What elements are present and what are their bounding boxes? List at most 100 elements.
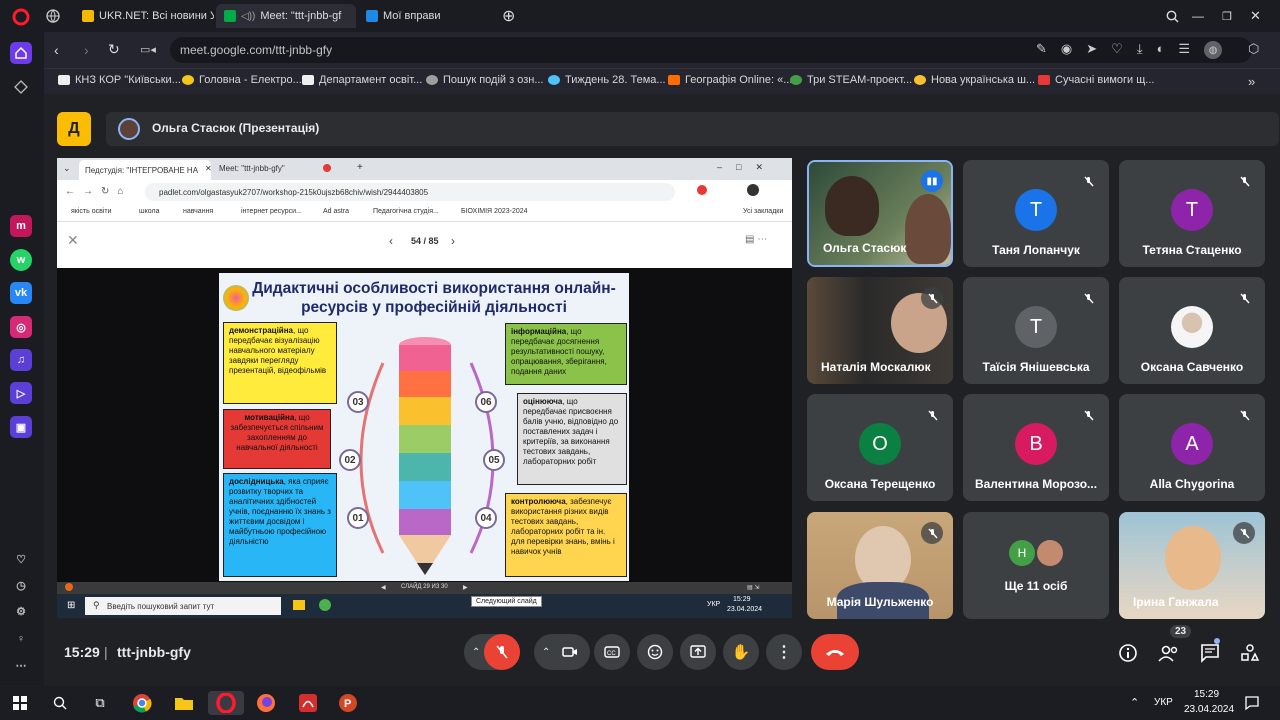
tile-tania-lopanchuk[interactable]: T Таня Лопанчук (963, 160, 1109, 267)
close-window-icon[interactable]: ✕ (1250, 4, 1270, 28)
people-button[interactable] (1158, 643, 1180, 663)
activities-button[interactable] (1240, 643, 1260, 663)
bookmark-item[interactable]: Пошук подій з озн... (426, 74, 544, 86)
bookmark-item[interactable]: Нова українська ш... (914, 74, 1035, 86)
more-options-button[interactable]: ⋮ (766, 634, 802, 670)
chrome-icon[interactable] (128, 691, 156, 715)
avatar: O (859, 423, 901, 465)
tile-tetiana-statsenko[interactable]: T Тетяна Стаценко (1119, 160, 1265, 267)
easy-setup-icon[interactable]: ☰ (1178, 41, 1190, 59)
more-vert-icon: ⋮ (776, 644, 792, 661)
opera-sidebar: m w vk ◎ ♫ ▷ ▣ ♡ ◷ ⚙ ♀ ⋯ (0, 0, 44, 686)
prev-post-icon: ‹ (389, 234, 393, 248)
task-view-icon[interactable]: ⧉ (86, 691, 114, 715)
reactions-button[interactable] (637, 634, 673, 670)
search-icon[interactable] (46, 691, 74, 715)
whatsapp-icon[interactable]: w (10, 249, 32, 271)
reload-icon[interactable]: ↻ (108, 41, 120, 58)
battery-icon[interactable]: ◐ (1157, 41, 1165, 59)
clock-date[interactable]: 23.04.2024 (1184, 704, 1234, 715)
tab-meet[interactable]: ◁)) Meet: "ttt-jnbb-gf (216, 4, 356, 28)
tile-alla-chygorina[interactable]: A Alla Chygorina (1119, 394, 1265, 501)
camera-control[interactable]: ⌃ (534, 634, 590, 670)
history-icon[interactable]: ◷ (10, 574, 32, 596)
profile-icon[interactable]: ◍ (1204, 41, 1223, 59)
instagram-icon[interactable]: ◎ (10, 316, 32, 338)
avatar: T (1171, 189, 1213, 231)
favorite-icon[interactable]: ♡ (1111, 41, 1123, 59)
start-icon[interactable] (6, 691, 34, 715)
participant-name: Ольга Стасюк (823, 241, 907, 255)
language-indicator[interactable]: УКР (1154, 697, 1173, 708)
more-icon[interactable]: ⋯ (10, 654, 32, 676)
leave-call-button[interactable] (811, 634, 859, 670)
speaker-icon[interactable]: ◁)) (241, 11, 255, 22)
tile-mariia-shulzhenko[interactable]: Марія Шульженко (807, 512, 953, 619)
app-badge-icon[interactable]: Д (57, 112, 91, 146)
player-icon[interactable]: ▷ (10, 382, 32, 404)
bookmark-item[interactable]: Географія Online: «... (668, 74, 792, 86)
messenger-icon[interactable]: m (10, 215, 32, 237)
person-silhouette (1165, 526, 1221, 590)
bookmark-item[interactable]: Три STEAM-проект... (790, 74, 912, 86)
present-button[interactable] (680, 634, 716, 670)
wallet-icon[interactable]: ▣ (10, 416, 32, 438)
download-icon[interactable]: ⤓ (1137, 41, 1143, 59)
bookmarks-overflow-icon[interactable]: » (1248, 74, 1255, 89)
snapshot-icon[interactable]: ◉ (1061, 41, 1072, 59)
restore-icon[interactable]: ❐ (1222, 4, 1242, 28)
notifications-icon[interactable] (1244, 695, 1260, 711)
snow-favicon (548, 75, 560, 85)
meeting-info-icon[interactable] (1118, 643, 1138, 663)
mic-options-icon[interactable]: ⌃ (472, 647, 480, 658)
extensions-icon[interactable]: ⬡ (1248, 41, 1259, 57)
forward-icon[interactable]: › (84, 42, 89, 58)
bookmark-item[interactable]: КНЗ КОР "Київськи... (58, 74, 181, 86)
heart-icon[interactable]: ♡ (10, 548, 32, 570)
powerpoint-icon[interactable]: P (334, 691, 362, 715)
pinboard-icon[interactable] (10, 76, 32, 98)
music-icon[interactable]: ♫ (10, 349, 32, 371)
tile-taisiia-yanishevska[interactable]: T Таїсія Янішевська (963, 277, 1109, 384)
speed-dial-icon[interactable] (10, 42, 32, 64)
tile-valentyna-moroz[interactable]: B Валентина Морозо... (963, 394, 1109, 501)
minimize-icon[interactable]: — (1192, 4, 1212, 28)
tile-nataliia-moskaliuk[interactable]: Наталія Москалюк (807, 277, 953, 384)
tile-olha-stasiuk[interactable]: ▮▮ Ольга Стасюк (807, 160, 953, 267)
mic-off-button[interactable] (484, 634, 520, 670)
tab-ukrnet[interactable]: UKR.NET: Всі новини Укр (74, 4, 214, 28)
tab-menu-icon[interactable] (46, 4, 68, 28)
bookmark-item[interactable]: Департамент освіт... (302, 74, 422, 86)
tray-chevron-icon[interactable]: ⌃ (1130, 696, 1139, 709)
settings-icon[interactable]: ⚙ (10, 600, 32, 622)
camera-status-icon[interactable]: ▭◂ (140, 43, 156, 56)
tile-oksana-savchenko[interactable]: Оксана Савченко (1119, 277, 1265, 384)
bulb-icon[interactable]: ♀ (10, 628, 32, 650)
search-tabs-icon[interactable] (1166, 4, 1186, 28)
chat-button[interactable] (1200, 643, 1220, 663)
file-explorer-icon[interactable] (170, 691, 198, 715)
new-tab-button[interactable]: ⊕ (502, 4, 522, 28)
camera-options-icon[interactable]: ⌃ (542, 647, 550, 658)
opera-logo-icon[interactable] (10, 6, 32, 28)
shared-screen[interactable]: ⌄ Педстудія: "ІНТЕГРОВАНЕ НА ✕ Meet: "tt… (57, 158, 792, 618)
inner-tab-meet: Meet: "ttt-jnbb-gfy" (219, 164, 285, 173)
bookmark-item[interactable]: Головна - Електро... (182, 74, 302, 86)
tile-oksana-tereshchenko[interactable]: O Оксана Терещенко (807, 394, 953, 501)
send-icon[interactable]: ➤ (1086, 41, 1097, 59)
edit-icon[interactable]: ✎ (1036, 41, 1047, 59)
mic-control[interactable]: ⌃ (464, 634, 520, 670)
tile-iryna-hanzhala[interactable]: Ірина Ганжала (1119, 512, 1265, 619)
acrobat-icon[interactable] (294, 691, 322, 715)
raise-hand-button[interactable]: ✋ (723, 634, 759, 670)
opera-taskbar-icon[interactable] (208, 691, 244, 715)
clock-time[interactable]: 15:29 (1194, 689, 1219, 700)
firefox-icon[interactable] (252, 691, 280, 715)
captions-button[interactable]: CC (594, 634, 630, 670)
tile-more-people[interactable]: H Ще 11 осіб (963, 512, 1109, 619)
bookmark-item[interactable]: Тиждень 28. Тема... (548, 74, 666, 86)
tab-exercises[interactable]: Мої вправи (358, 4, 478, 28)
back-icon[interactable]: ‹ (54, 42, 59, 58)
bookmark-item[interactable]: Сучасні вимоги щ... (1038, 74, 1154, 86)
vk-icon[interactable]: vk (10, 282, 32, 304)
